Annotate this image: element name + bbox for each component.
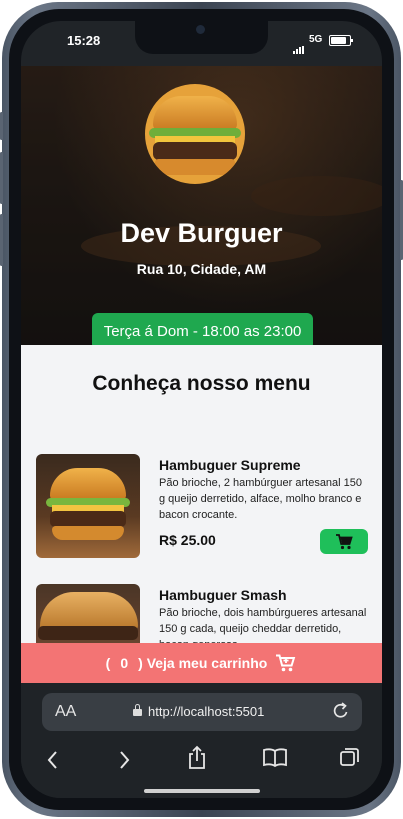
cart-label: ) Veja meu carrinho — [138, 655, 268, 671]
text-size-button[interactable]: AA — [55, 703, 76, 721]
menu-item-info: Hambuguer Supreme Pão brioche, 2 hambúrg… — [159, 454, 371, 523]
menu-item-description: Pão brioche, 2 hambúrguer artesanal 150 … — [159, 477, 363, 521]
status-time: 15:28 — [67, 33, 101, 48]
tabs-icon[interactable] — [339, 746, 361, 768]
url-display[interactable]: http://localhost:5501 — [133, 704, 264, 719]
network-type: 5G — [309, 34, 323, 45]
home-indicator — [144, 789, 260, 793]
menu-title: Conheça nosso menu — [92, 372, 311, 395]
volume-up-button — [0, 152, 3, 204]
restaurant-name: Dev Burguer — [120, 218, 283, 248]
bookmarks-icon[interactable] — [262, 747, 288, 769]
status-bar: 15:28 5G — [21, 21, 382, 66]
url-text: http://localhost:5501 — [148, 704, 265, 719]
signal-icon — [293, 36, 305, 54]
battery-icon — [329, 35, 353, 46]
menu-item-price: R$ 25.00 — [159, 532, 216, 548]
menu-item-name: Hambuguer Smash — [159, 587, 287, 603]
menu-item: Hambuguer Supreme Pão brioche, 2 hambúrg… — [36, 454, 369, 564]
menu-item-name: Hambuguer Supreme — [159, 457, 301, 473]
cart-icon — [276, 654, 296, 672]
back-icon[interactable] — [45, 749, 61, 771]
cart-count: 0 — [120, 655, 129, 671]
hero-banner: Dev Burguer Rua 10, Cidade, AM Terça á D… — [21, 66, 382, 350]
view-cart-button[interactable]: ( 0 ) Veja meu carrinho — [21, 643, 382, 683]
add-to-cart-button[interactable] — [320, 529, 368, 554]
browser-nav — [21, 741, 382, 781]
notch — [135, 21, 268, 54]
restaurant-address: Rua 10, Cidade, AM — [136, 261, 267, 277]
cart-icon — [336, 533, 353, 549]
browser-toolbar: AA http://localhost:5501 — [21, 683, 382, 798]
volume-down-button — [0, 214, 3, 266]
menu-item-image — [36, 584, 140, 643]
menu-item-image — [36, 454, 140, 558]
lock-icon — [133, 704, 142, 716]
reload-icon[interactable] — [332, 701, 350, 721]
forward-icon[interactable] — [116, 749, 132, 771]
share-icon[interactable] — [187, 745, 207, 771]
phone-screen: 15:28 5G Dev Burguer Rua 10, Cidade, AM … — [21, 21, 382, 798]
restaurant-logo — [145, 84, 245, 184]
mute-switch — [0, 112, 3, 140]
menu-item: Hambuguer Smash Pão brioche, dois hambúr… — [36, 584, 369, 643]
menu-section: Conheça nosso menu Hambuguer Supreme Pão… — [21, 345, 382, 643]
front-camera — [196, 25, 205, 34]
menu-item-info: Hambuguer Smash Pão brioche, dois hambúr… — [159, 584, 371, 643]
address-bar[interactable]: AA http://localhost:5501 — [42, 693, 362, 731]
menu-item-description: Pão brioche, dois hambúrgueres artesanal… — [159, 607, 367, 643]
cart-open-paren: ( — [105, 655, 111, 671]
